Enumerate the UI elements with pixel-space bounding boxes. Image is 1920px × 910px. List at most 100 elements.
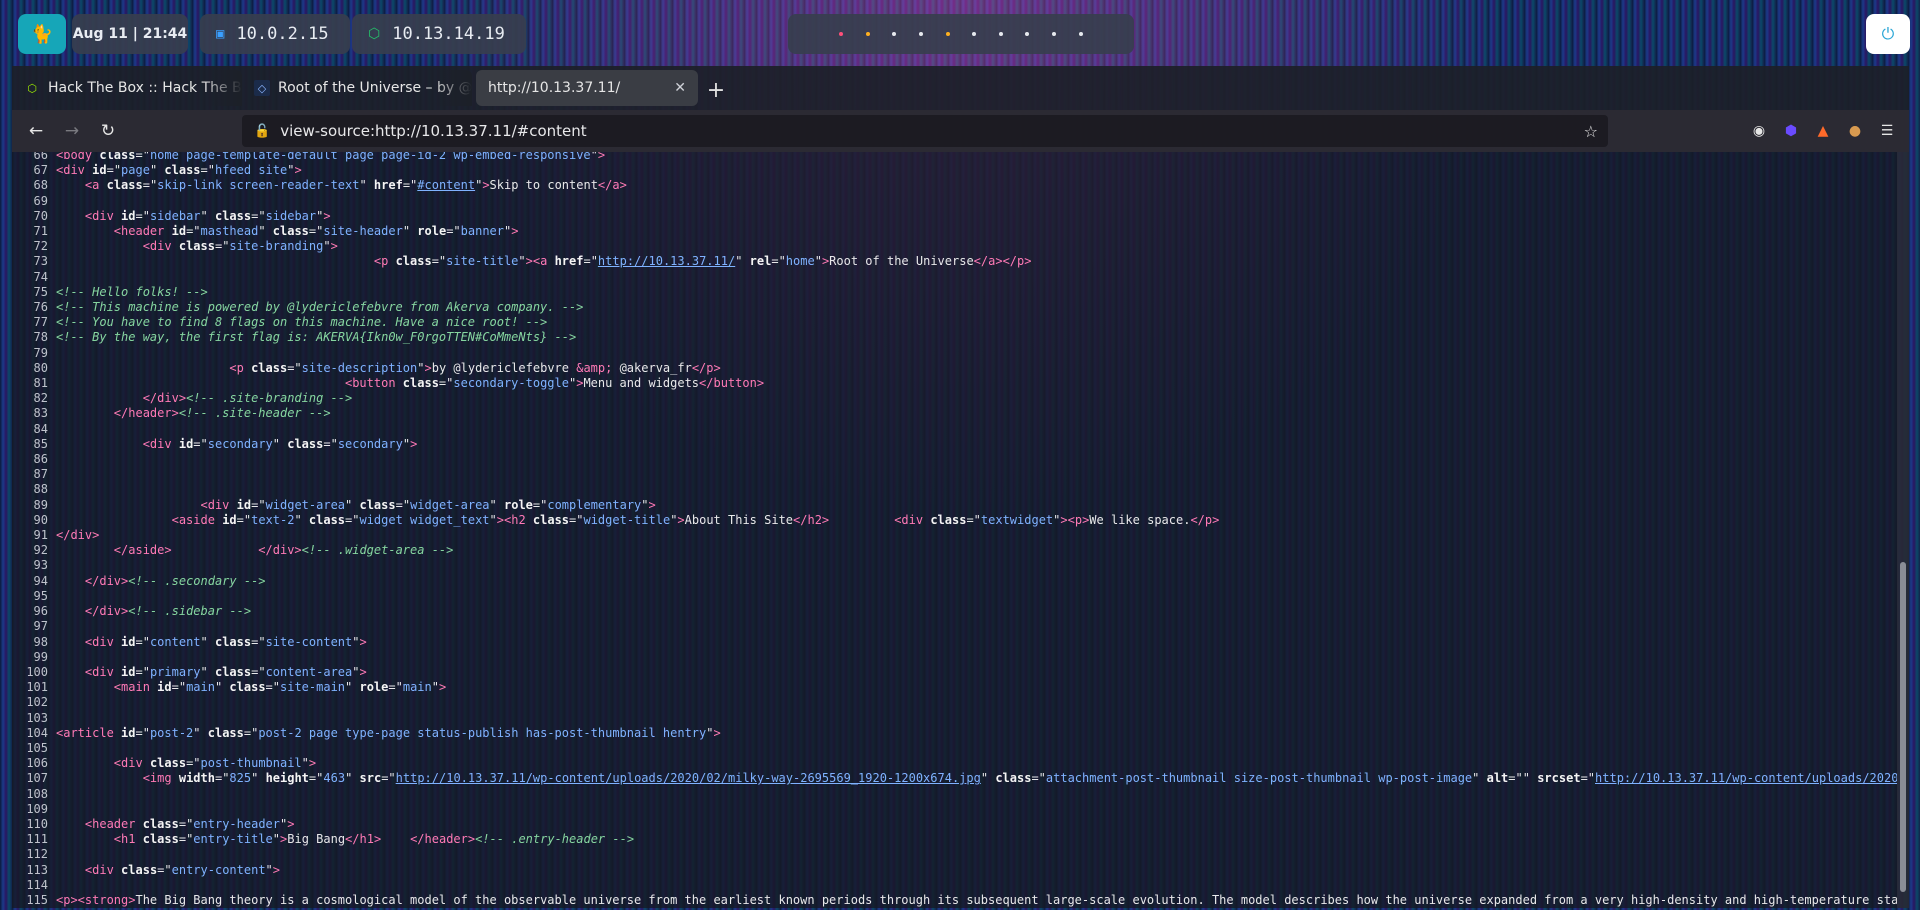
line-number: 96	[33, 604, 48, 619]
source-line: 75 <!-- Hello folks! -->	[12, 285, 1897, 300]
bookmark-star-icon[interactable]: ☆	[1584, 122, 1598, 141]
navigation-toolbar: ← → ↻ 🔓 view-source:http://10.13.37.11/#…	[12, 110, 1909, 152]
line-number: 80	[33, 360, 48, 375]
workspace-dot-3[interactable]	[892, 32, 897, 36]
line-number: 100	[26, 664, 48, 679]
source-line: 86	[12, 452, 1897, 467]
line-number: 99	[33, 649, 48, 664]
line-number: 85	[33, 436, 48, 451]
source-line: 89 <div id="widget-area" class="widget-a…	[12, 498, 1897, 513]
source-line: 103	[12, 711, 1897, 726]
source-line: 82 </div><!-- .site-branding -->	[12, 391, 1897, 406]
line-content: <div id="content" class="site-content">	[84, 634, 367, 649]
line-number: 108	[26, 786, 48, 801]
hamburger-icon: ☰	[1880, 123, 1894, 139]
reload-button[interactable]: ↻	[90, 115, 126, 147]
source-line: 112	[12, 847, 1897, 862]
line-content: <!-- This machine is powered by @lyderic…	[56, 300, 584, 315]
source-line: 108	[12, 787, 1897, 802]
close-icon[interactable]: ✕	[674, 80, 686, 96]
source-line: 107 <img width="825" height="463" src="h…	[12, 771, 1897, 786]
pocket-button[interactable]: ◉	[1743, 115, 1775, 147]
tab-root-of-universe[interactable]: ◇ Root of the Universe – by @lydericlefe…	[242, 70, 472, 106]
toolbar-extensions: ◉ ⬢ ▲ ● ☰	[1743, 110, 1909, 152]
line-content: <p><strong>The Big Bang theory is a cosm…	[56, 892, 1897, 907]
workspace-dot-5[interactable]	[945, 32, 950, 36]
line-content: <header id="masthead" class="site-header…	[113, 224, 519, 239]
line-number: 98	[33, 634, 48, 649]
workspace-dot-1[interactable]	[839, 32, 844, 36]
source-line: 88	[12, 482, 1897, 497]
extension-button[interactable]: ⬢	[1775, 115, 1807, 147]
line-content: <div id="primary" class="content-area">	[84, 664, 367, 679]
source-line: 105	[12, 741, 1897, 756]
line-content: </div>	[56, 528, 100, 543]
line-number: 97	[33, 619, 48, 634]
line-content: <div id="sidebar" class="sidebar">	[84, 208, 331, 223]
line-number: 104	[26, 725, 48, 740]
view-source-pane[interactable]: 66 <body class="home page-template-defaul…	[12, 152, 1897, 908]
line-content: <!-- By the way, the first flag is: AKER…	[56, 330, 577, 345]
vpn-ip-text: 10.13.14.19	[392, 24, 505, 44]
scrollbar-thumb[interactable]	[1900, 562, 1906, 892]
url-bar[interactable]: 🔓 view-source:http://10.13.37.11/#conten…	[242, 115, 1608, 147]
line-content: <body class="home page-template-default …	[56, 152, 606, 162]
site-favicon-icon: ◇	[254, 80, 270, 96]
line-number: 74	[33, 269, 48, 284]
workspace-dot-8[interactable]	[1025, 32, 1030, 36]
source-line: 102	[12, 695, 1897, 710]
local-ip-widget[interactable]: ▣ 10.0.2.15	[200, 14, 350, 54]
power-button[interactable]: ⏻	[1866, 14, 1910, 54]
app-menu-button[interactable]: 🐈	[18, 14, 66, 54]
line-content: <div class="post-thumbnail">	[113, 756, 317, 771]
workspace-dot-7[interactable]	[998, 32, 1003, 36]
source-line: 67 <div id="page" class="hfeed site">	[12, 163, 1897, 178]
line-number: 67	[33, 163, 48, 178]
new-tab-button[interactable]: +	[698, 70, 734, 110]
tab-hackthebox[interactable]: ⬡ Hack The Box :: Hack The Box	[12, 70, 242, 106]
source-line: 85 <div id="secondary" class="secondary"…	[12, 437, 1897, 452]
source-line: 95	[12, 589, 1897, 604]
workspace-dot-6[interactable]	[972, 32, 977, 36]
forward-button[interactable]: →	[54, 115, 90, 147]
insecure-lock-icon: 🔓	[254, 123, 271, 139]
tab-view-source[interactable]: http://10.13.37.11/ ✕	[476, 70, 698, 106]
vertical-scrollbar[interactable]	[1897, 152, 1909, 908]
source-line: 110 <header class="entry-header">	[12, 817, 1897, 832]
source-line: 93	[12, 558, 1897, 573]
hexagon-extension-icon: ⬢	[1784, 123, 1798, 139]
back-button[interactable]: ←	[18, 115, 54, 147]
line-content: <!-- Hello folks! -->	[56, 284, 208, 299]
arrow-right-icon: →	[64, 121, 80, 141]
date-time-widget[interactable]: Aug 11 | 21:44	[72, 14, 188, 54]
line-content: <!-- You have to find 8 flags on this ma…	[56, 315, 548, 330]
workspace-dot-4[interactable]	[919, 32, 924, 36]
line-number: 71	[33, 224, 48, 239]
cat-logo-icon: 🐈	[30, 23, 54, 45]
htb-cube-icon: ⬡	[27, 81, 37, 95]
vpn-ip-widget[interactable]: ⬡ 10.13.14.19	[352, 14, 526, 54]
source-line: 90 <aside id="text-2" class="widget widg…	[12, 513, 1897, 528]
line-content: </aside> </div><!-- .widget-area -->	[113, 543, 454, 558]
line-number: 84	[33, 421, 48, 436]
line-number: 109	[26, 801, 48, 816]
source-line: 99	[12, 650, 1897, 665]
line-content: <div id="widget-area" class="widget-area…	[200, 497, 656, 512]
app-menu-hamburger[interactable]: ☰	[1871, 115, 1903, 147]
line-number: 107	[26, 771, 48, 786]
workspace-dot-10[interactable]	[1078, 32, 1083, 36]
workspace-dot-2[interactable]	[865, 32, 870, 36]
workspace-dot-9[interactable]	[1052, 32, 1057, 36]
browser-window: ⬡ Hack The Box :: Hack The Box ◇ Root of…	[12, 66, 1909, 908]
cookie-editor-button[interactable]: ●	[1839, 115, 1871, 147]
source-line: 74	[12, 270, 1897, 285]
source-line: 114	[12, 878, 1897, 893]
line-content: </header><!-- .site-header -->	[113, 406, 331, 421]
source-line: 72 <div class="site-branding">	[12, 239, 1897, 254]
url-text: view-source:http://10.13.37.11/#content	[280, 122, 587, 140]
foxyproxy-button[interactable]: ▲	[1807, 115, 1839, 147]
source-line: 109	[12, 802, 1897, 817]
source-line: 97	[12, 619, 1897, 634]
workspace-switcher[interactable]	[788, 14, 1134, 54]
line-number: 102	[26, 695, 48, 710]
